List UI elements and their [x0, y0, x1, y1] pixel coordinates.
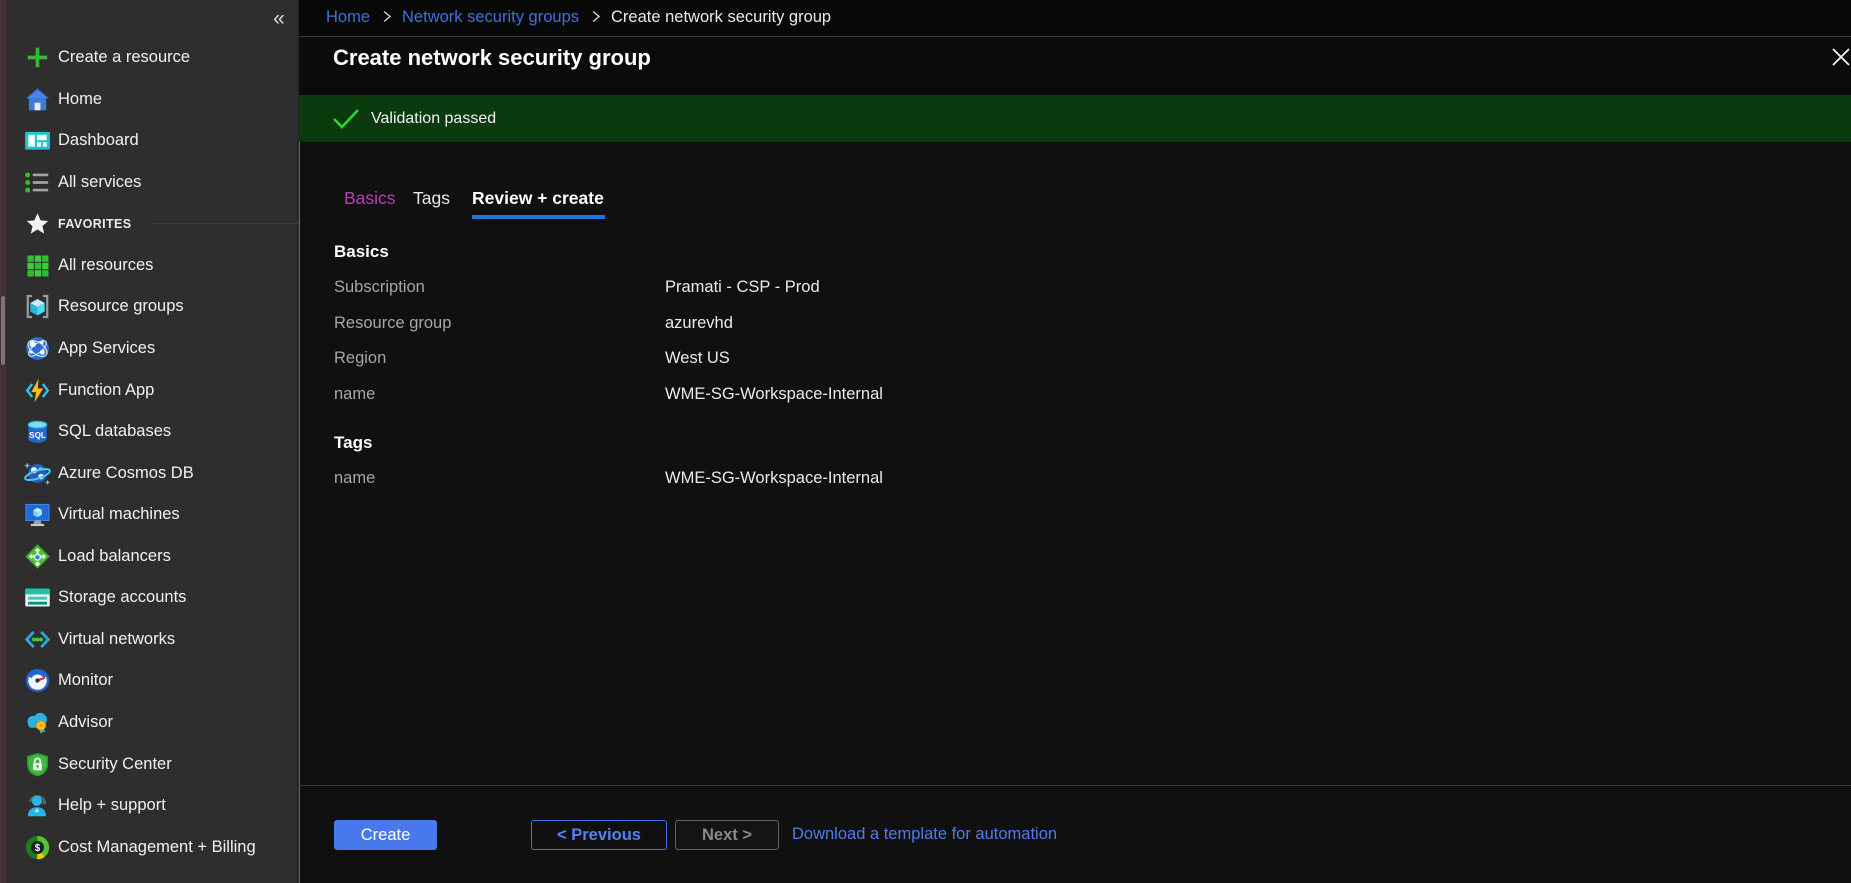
svg-text:SQL: SQL: [29, 431, 46, 440]
svg-text:$: $: [35, 842, 41, 853]
